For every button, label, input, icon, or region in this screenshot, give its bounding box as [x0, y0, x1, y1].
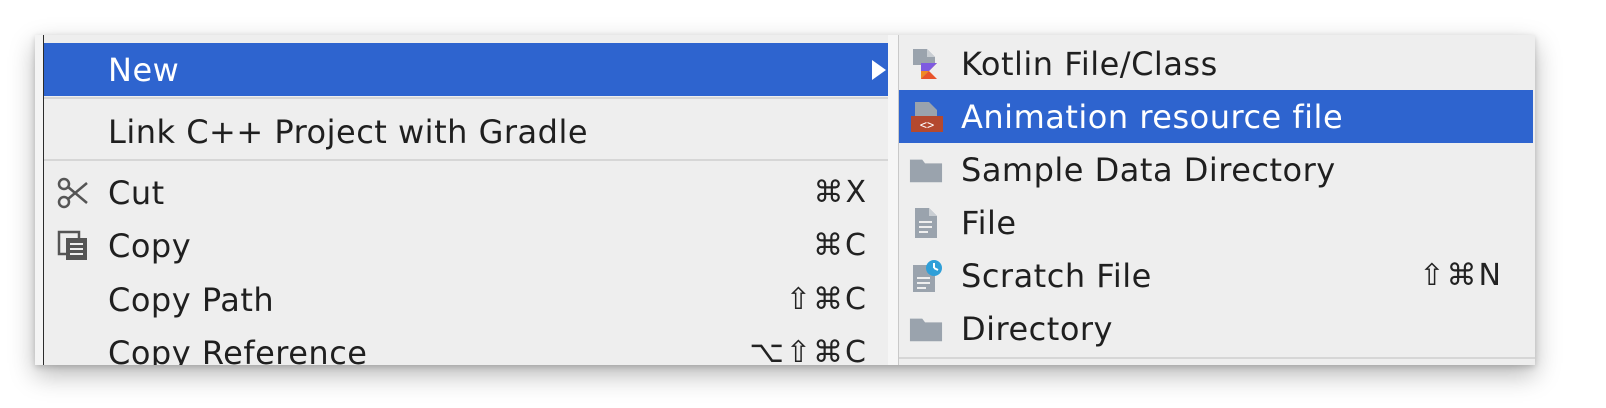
- file-icon: [909, 206, 943, 240]
- submenu-item-directory[interactable]: Directory: [899, 302, 1535, 355]
- xml-resource-icon: <>: [909, 100, 943, 134]
- shortcut-text: ⌘X: [813, 175, 868, 210]
- shortcut-text: ⇧⌘N: [1419, 258, 1503, 293]
- menu-separator: [899, 357, 1535, 359]
- copy-icon: [56, 229, 90, 263]
- menu-item-copy-reference[interactable]: Copy Reference ⌥⇧⌘C: [44, 326, 896, 366]
- submenu-item-label: Kotlin File/Class: [961, 44, 1218, 83]
- shortcut-text: ⇧⌘C: [785, 282, 868, 317]
- folder-icon: [909, 153, 943, 187]
- menu-item-label: Link C++ Project with Gradle: [108, 112, 589, 151]
- submenu-item-label: Directory: [961, 309, 1113, 348]
- menu-item-cut[interactable]: Cut ⌘X: [44, 166, 896, 219]
- menu-item-label: New: [108, 50, 180, 89]
- menu-item-link-cpp-project[interactable]: Link C++ Project with Gradle: [44, 105, 896, 158]
- kotlin-file-icon: [909, 47, 943, 81]
- scissors-icon: [56, 176, 90, 210]
- shortcut-text: ⌘C: [813, 228, 868, 263]
- menu-item-label: Cut: [108, 173, 165, 212]
- submenu-item-sample-data-directory[interactable]: Sample Data Directory: [899, 143, 1535, 196]
- menu-divider: [888, 35, 898, 365]
- menu-item-label: Copy Reference: [108, 333, 368, 366]
- submenu-item-label: Animation resource file: [961, 97, 1344, 136]
- menu-item-label: Copy: [108, 226, 192, 265]
- scratch-file-icon: [909, 259, 943, 293]
- menu-separator: [44, 159, 896, 161]
- submenu-item-file[interactable]: File: [899, 196, 1535, 249]
- submenu-item-label: File: [961, 203, 1017, 242]
- submenu-item-label: Scratch File: [961, 256, 1152, 295]
- submenu-item-animation-resource-file[interactable]: <> Animation resource file: [899, 90, 1533, 143]
- menu-separator: [44, 97, 896, 99]
- submenu-item-kotlin-file-class[interactable]: Kotlin File/Class: [899, 37, 1535, 90]
- menu-item-copy[interactable]: Copy ⌘C: [44, 219, 896, 272]
- ide-window: New Link C++ Project with Gradle Cut ⌘X …: [35, 35, 1535, 365]
- new-submenu: Kotlin File/Class <> Animation resource …: [898, 35, 1535, 365]
- menu-item-new[interactable]: New: [44, 43, 896, 96]
- submenu-item-label: Sample Data Directory: [961, 150, 1336, 189]
- context-menu: New Link C++ Project with Gradle Cut ⌘X …: [44, 35, 897, 365]
- submenu-item-scratch-file[interactable]: Scratch File ⇧⌘N: [899, 249, 1535, 302]
- shortcut-text: ⌥⇧⌘C: [749, 335, 868, 365]
- submenu-arrow-icon: [872, 59, 886, 80]
- screenshot-canvas: New Link C++ Project with Gradle Cut ⌘X …: [0, 0, 1606, 408]
- menu-item-label: Copy Path: [108, 280, 275, 319]
- folder-icon: [909, 312, 943, 346]
- menu-item-copy-path[interactable]: Copy Path ⇧⌘C: [44, 273, 896, 326]
- svg-text:<>: <>: [920, 118, 934, 132]
